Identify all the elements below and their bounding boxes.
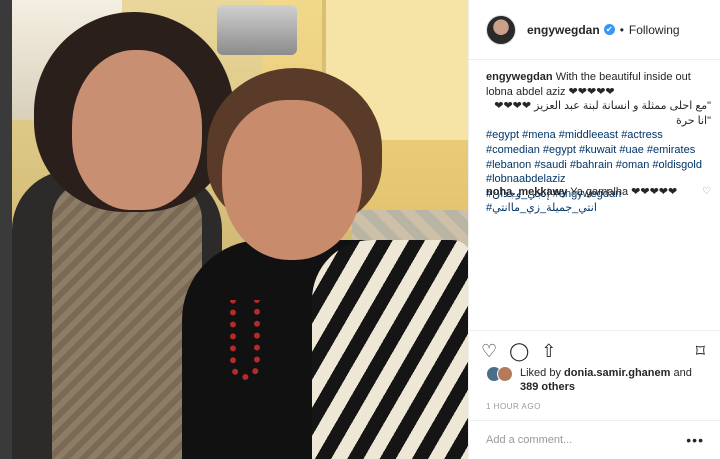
hashtag-link[interactable]: #egypt	[486, 129, 519, 141]
hashtag-link[interactable]: #oman	[616, 159, 650, 171]
caption-username[interactable]: engywegdan	[486, 71, 553, 83]
add-comment-bar: •••	[469, 420, 720, 459]
verified-badge-icon: ✔	[603, 24, 615, 35]
hashtag-link[interactable]: #lobnaabdelaziz	[486, 173, 566, 185]
likes-summary: Liked by donia.samir.ghanem and 389 othe…	[486, 366, 711, 394]
avatar	[497, 366, 513, 382]
hashtag-link[interactable]: #emirates	[647, 144, 695, 156]
comment-content: noha_mekkawy Ya gamalha ❤❤❤❤❤	[486, 185, 677, 198]
hashtag-link[interactable]: #انتي_جميلة_زي_ماانتي	[486, 202, 597, 214]
post-photo[interactable]	[12, 0, 468, 459]
action-bar: ♡ ◯ ⇧ ⌑	[469, 330, 720, 370]
more-options-icon[interactable]: •••	[686, 432, 704, 448]
hashtag-link[interactable]: #uae	[619, 144, 643, 156]
hashtag-row: #egypt #mena #middleeast #actress	[486, 128, 711, 143]
person-left-face	[72, 50, 202, 210]
hashtag-link[interactable]: #oldisgold	[652, 159, 702, 171]
share-upload-icon[interactable]: ⇧	[541, 342, 556, 360]
comment-bubble-icon[interactable]: ◯	[509, 342, 529, 360]
likes-conj: and	[673, 367, 692, 379]
post-header: engywegdan ✔ • Following	[469, 0, 720, 60]
likes-text: Liked by donia.samir.ghanem and 389 othe…	[520, 366, 692, 394]
red-necklace	[230, 300, 260, 380]
caption-line-1: engywegdan With the beautiful inside out…	[486, 70, 711, 99]
person-left-scarf	[52, 180, 202, 459]
caption-arabic-line: "مع احلى ممثلة و انسانة لبنة عبد العزيز …	[494, 100, 711, 127]
hashtag-link[interactable]: #egypt	[543, 144, 576, 156]
likes-others-link[interactable]: 389 others	[520, 381, 575, 393]
header-separator: •	[619, 22, 624, 37]
comment-text: Ya gamalha ❤❤❤❤❤	[570, 186, 678, 198]
hashtag-link[interactable]: #mena	[522, 129, 556, 141]
following-button[interactable]: Following	[629, 23, 680, 37]
instagram-post: engywegdan ✔ • Following engywegdan With…	[0, 0, 720, 459]
hashtag-link[interactable]: #lebanon	[486, 159, 531, 171]
person-right-face	[222, 100, 362, 260]
comment-item: noha_mekkawy Ya gamalha ❤❤❤❤❤ ♡	[486, 185, 711, 198]
avatar[interactable]	[486, 14, 516, 45]
background-overlay	[0, 0, 12, 459]
hashtag-link[interactable]: #comedian	[486, 144, 540, 156]
liker-avatars	[486, 366, 516, 384]
hashtag-link[interactable]: #saudi	[534, 159, 566, 171]
hashtag-row: #lebanon #saudi #bahrain #oman #oldisgol…	[486, 158, 711, 173]
person-right-jacket	[312, 240, 468, 459]
header-username[interactable]: engywegdan	[527, 23, 600, 37]
hashtag-link[interactable]: #middleeast	[559, 129, 618, 141]
add-comment-input[interactable]	[486, 434, 687, 446]
post-side-panel: engywegdan ✔ • Following engywegdan With…	[468, 0, 720, 459]
like-heart-icon[interactable]: ♡	[481, 342, 497, 360]
bookmark-save-icon[interactable]: ⌑	[696, 342, 705, 360]
comment-like-heart-icon[interactable]: ♡	[702, 186, 711, 197]
hashtag-row: #comedian #egypt #kuwait #uae #emirates	[486, 143, 711, 158]
likes-prefix: Liked by	[520, 367, 561, 379]
post-timestamp[interactable]: 1 HOUR AGO	[486, 402, 541, 411]
hashtag-link[interactable]: #kuwait	[579, 144, 616, 156]
lamp-object	[217, 5, 297, 55]
hashtag-link[interactable]: #actress	[621, 129, 663, 141]
liker-username[interactable]: donia.samir.ghanem	[564, 367, 670, 379]
comment-username[interactable]: noha_mekkawy	[486, 186, 567, 198]
hashtag-link[interactable]: #bahrain	[570, 159, 613, 171]
